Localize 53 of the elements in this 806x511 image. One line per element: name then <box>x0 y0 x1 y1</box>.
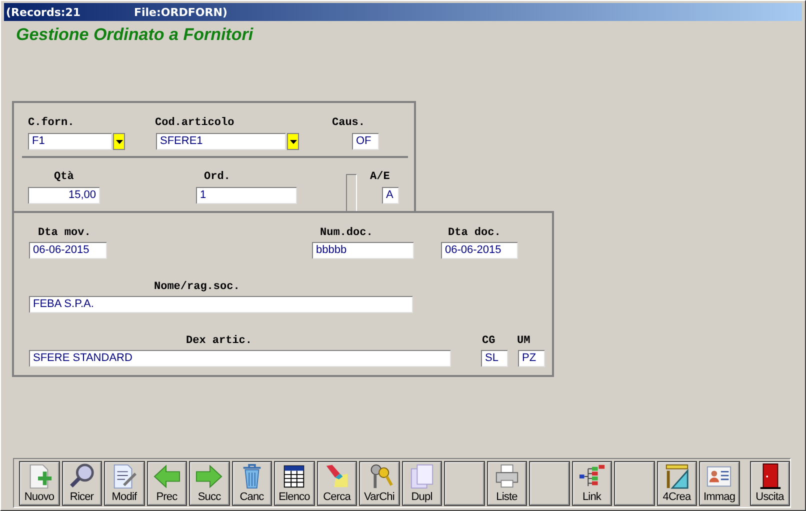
toolbar-button[interactable]: Nuovo <box>19 461 60 506</box>
field-label: Num.doc. <box>320 227 373 239</box>
input-field[interactable]: F1 <box>28 133 112 150</box>
field-label: Dta doc. <box>448 227 501 239</box>
caret-icon <box>290 140 296 144</box>
toolbar-button[interactable]: Succ <box>189 461 230 506</box>
field-label: Dex artic. <box>186 335 252 347</box>
dropdown-button[interactable] <box>287 133 299 150</box>
toolbar-button[interactable]: Dupl <box>402 461 442 506</box>
right-arrow-icon <box>194 463 224 490</box>
input-field[interactable]: SFERE STANDARD <box>29 350 451 367</box>
toolbar-button[interactable]: Modif <box>104 461 144 506</box>
field-label: Dta mov. <box>38 227 91 239</box>
field-label: Caus. <box>332 117 366 129</box>
field-label: A/E <box>370 171 390 183</box>
form-title: Gestione Ordinato a Fornitori <box>16 25 254 45</box>
input-field[interactable]: SL <box>481 350 508 367</box>
file-name: File:ORDFORN) <box>134 6 228 18</box>
field-label: UM <box>517 335 530 347</box>
blank-toolbar-button[interactable] <box>444 461 484 506</box>
toolbar-button[interactable]: Immag <box>699 461 740 506</box>
blank-toolbar-button[interactable] <box>529 461 570 506</box>
caret-icon <box>116 140 122 144</box>
records-count: (Records:21 <box>5 6 82 18</box>
toolbar-button[interactable]: VarChi <box>359 461 400 506</box>
input-field[interactable]: 06-06-2015 <box>29 242 107 259</box>
field-label: Cod.articolo <box>155 117 234 129</box>
input-field[interactable]: bbbbb <box>312 242 414 259</box>
toolbar-button[interactable]: Ricer <box>62 461 102 506</box>
input-field[interactable]: OF <box>352 133 379 150</box>
input-field[interactable]: 15,00 <box>28 187 100 204</box>
input-field[interactable]: A <box>382 187 399 204</box>
toolbar-button[interactable]: Prec <box>146 461 187 506</box>
field-label: Ord. <box>204 171 230 183</box>
field-label: C.forn. <box>28 117 74 129</box>
field-label: Nome/rag.soc. <box>154 281 240 293</box>
blank-toolbar-button[interactable] <box>614 461 654 506</box>
toolbar-button[interactable]: Canc <box>232 461 272 506</box>
input-field[interactable]: FEBA S.P.A. <box>29 296 413 313</box>
toolbar-button[interactable]: Cerca <box>316 461 357 506</box>
toolbar-button[interactable]: Liste <box>486 461 527 506</box>
input-field[interactable]: 1 <box>196 187 297 204</box>
toolbar-button[interactable]: Link <box>572 461 612 506</box>
field-label: CG <box>482 335 496 347</box>
field-label: Qtà <box>54 171 74 183</box>
input-field[interactable]: SFERE1 <box>156 133 286 150</box>
input-field[interactable]: PZ <box>518 350 545 367</box>
toolbar-button[interactable]: 4Crea <box>656 461 697 506</box>
toolbar-button[interactable]: Elenco <box>274 461 314 506</box>
toolbar-button[interactable]: Uscita <box>750 461 790 506</box>
dropdown-button[interactable] <box>113 133 125 150</box>
input-field[interactable]: 06-06-2015 <box>441 242 518 259</box>
left-arrow-icon <box>152 463 182 490</box>
